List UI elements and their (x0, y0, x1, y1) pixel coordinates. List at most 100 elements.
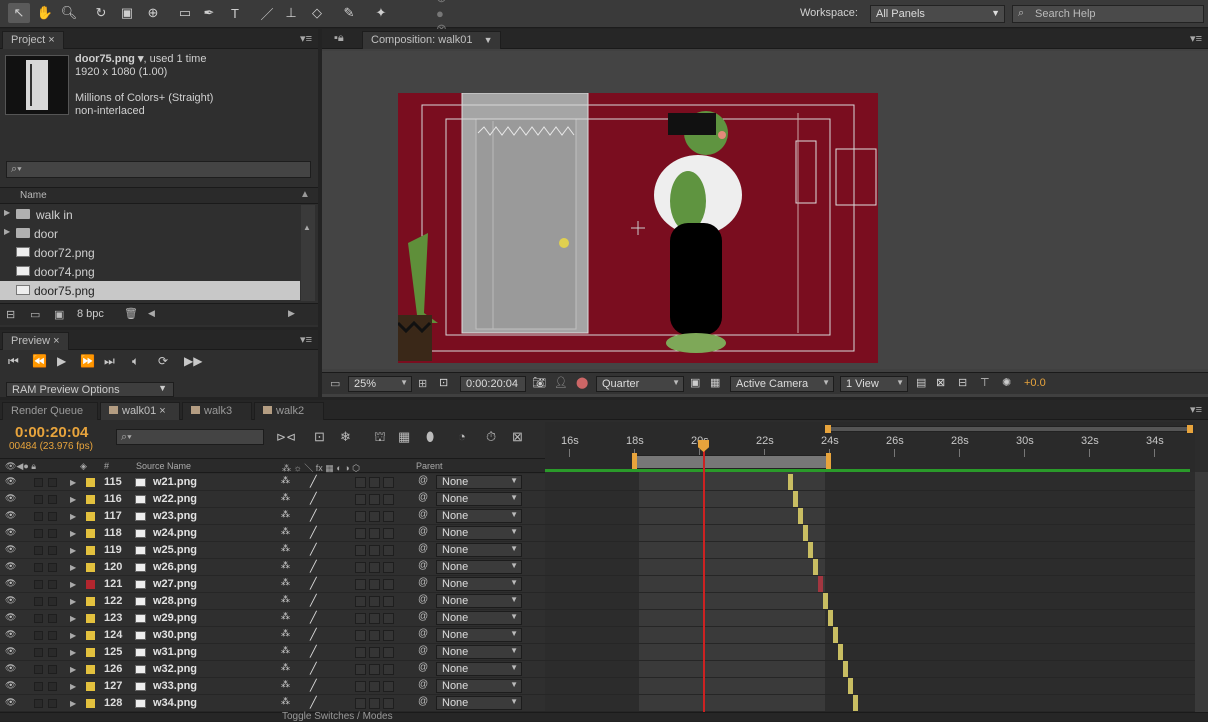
layer-duration-bar[interactable] (843, 661, 848, 677)
lock-toggle[interactable] (48, 648, 57, 657)
switch-box[interactable] (369, 511, 380, 522)
visibility-eye-icon[interactable]: 👁︎ (5, 493, 16, 504)
expand-layer-icon[interactable]: ▶ (70, 580, 76, 589)
solo-toggle[interactable] (34, 563, 43, 572)
layer-duration-bar[interactable] (818, 576, 823, 592)
switch-box[interactable] (355, 477, 366, 488)
parent-select[interactable]: None ▼ (436, 577, 522, 591)
label-color-swatch[interactable] (86, 512, 95, 521)
layer-source-name[interactable]: w23.png (153, 510, 197, 522)
project-item-door72[interactable]: door72.png (0, 243, 300, 262)
tab-walk3[interactable]: walk3 (182, 402, 252, 420)
zoom-select[interactable]: 25% ▼ (348, 376, 412, 392)
layer-row[interactable]: 👁︎ ▶ 119 w25.png ⁂ ╱ @ None ▼ (0, 542, 545, 559)
layer-duration-bar[interactable] (793, 491, 798, 507)
expand-layer-icon[interactable]: ▶ (70, 597, 76, 606)
pick-whip-icon[interactable]: @ (418, 526, 428, 537)
label-color-swatch[interactable] (86, 546, 95, 555)
parent-select[interactable]: None ▼ (436, 543, 522, 557)
layer-track[interactable] (545, 661, 1195, 678)
type-tool-icon[interactable]: T (224, 3, 246, 23)
view-layout-select[interactable]: 1 View ▼ (840, 376, 908, 392)
shy-switch-icon[interactable]: ⁂ (281, 696, 290, 707)
lock-toggle[interactable] (48, 699, 57, 708)
label-color-swatch[interactable] (86, 631, 95, 640)
layer-row[interactable]: 👁︎ ▶ 118 w24.png ⁂ ╱ @ None ▼ (0, 525, 545, 542)
expand-layer-icon[interactable]: ▶ (70, 665, 76, 674)
layer-track[interactable] (545, 593, 1195, 610)
layer-duration-bar[interactable] (803, 525, 808, 541)
solo-toggle[interactable] (34, 699, 43, 708)
switch-box[interactable] (383, 528, 394, 539)
pick-whip-icon[interactable]: @ (418, 696, 428, 707)
label-color-swatch[interactable] (86, 563, 95, 572)
parent-select[interactable]: None ▼ (436, 662, 522, 676)
tab-render-queue[interactable]: Render Queue (2, 402, 98, 420)
label-color-swatch[interactable] (86, 495, 95, 504)
graph-editor-icon[interactable]: ⊠ (512, 429, 523, 445)
pixel-aspect-icon[interactable]: ▤ (916, 376, 926, 389)
exposure-value[interactable]: +0.0 (1024, 377, 1046, 389)
switch-box[interactable] (383, 681, 394, 692)
layer-row[interactable]: 👁︎ ▶ 128 w34.png ⁂ ╱ @ None ▼ (0, 695, 545, 712)
switch-box[interactable] (369, 477, 380, 488)
parent-select[interactable]: None ▼ (436, 628, 522, 642)
switch-box[interactable] (369, 681, 380, 692)
pick-whip-icon[interactable]: @ (418, 577, 428, 588)
solo-toggle[interactable] (34, 478, 43, 487)
timeline-search-input[interactable]: ⌕▾ (116, 429, 264, 445)
switch-box[interactable] (355, 494, 366, 505)
visibility-eye-icon[interactable]: 👁︎ (5, 697, 16, 708)
transparency-grid-icon[interactable]: ▦ (710, 376, 720, 389)
solo-toggle[interactable] (34, 614, 43, 623)
label-color-swatch[interactable] (86, 699, 95, 708)
shy-switch-icon[interactable]: ⁂ (281, 560, 290, 571)
switch-box[interactable] (355, 613, 366, 624)
channel-icon[interactable]: ⬤ (576, 376, 588, 389)
frame-blending-icon[interactable]: ▦ (398, 429, 410, 445)
switch-box[interactable] (369, 664, 380, 675)
camera-tool-icon[interactable]: ▣ (116, 3, 138, 23)
lock-toggle[interactable] (48, 682, 57, 691)
switch-box[interactable] (355, 579, 366, 590)
layer-duration-bar[interactable] (848, 678, 853, 694)
layer-source-name[interactable]: w32.png (153, 663, 197, 675)
switch-box[interactable] (355, 681, 366, 692)
quality-switch-icon[interactable]: ╱ (310, 662, 317, 675)
file-name[interactable]: door75.png ▾ (75, 53, 143, 65)
project-item-door74[interactable]: door74.png (0, 262, 300, 281)
tab-composition[interactable]: Composition: walk01 ▼ (362, 31, 502, 49)
layer-track[interactable] (545, 576, 1195, 593)
switch-box[interactable] (383, 647, 394, 658)
switch-box[interactable] (369, 562, 380, 573)
visibility-eye-icon[interactable]: 👁︎ (5, 476, 16, 487)
project-item-door[interactable]: ▶ door (0, 224, 300, 243)
lock-toggle[interactable] (48, 597, 57, 606)
switch-box[interactable] (355, 545, 366, 556)
switch-box[interactable] (383, 511, 394, 522)
layer-duration-bar[interactable] (833, 627, 838, 643)
shy-switch-icon[interactable]: ⁂ (281, 628, 290, 639)
layer-source-name[interactable]: w27.png (153, 578, 197, 590)
label-color-swatch[interactable] (86, 648, 95, 657)
tab-preview[interactable]: Preview × (2, 332, 69, 350)
layer-row[interactable]: 👁︎ ▶ 127 w33.png ⁂ ╱ @ None ▼ (0, 678, 545, 695)
auto-keyframe-icon[interactable]: ⏱ (486, 429, 496, 445)
layer-row[interactable]: 👁︎ ▶ 124 w30.png ⁂ ╱ @ None ▼ (0, 627, 545, 644)
layer-source-name[interactable]: w25.png (153, 544, 197, 556)
pick-whip-icon[interactable]: @ (418, 628, 428, 639)
lock-toggle[interactable] (48, 495, 57, 504)
pick-whip-icon[interactable]: @ (418, 560, 428, 571)
layer-row[interactable]: 👁︎ ▶ 125 w31.png ⁂ ╱ @ None ▼ (0, 644, 545, 661)
navigator-end-handle[interactable] (1187, 425, 1193, 433)
visibility-eye-icon[interactable]: 👁︎ (5, 510, 16, 521)
layer-source-name[interactable]: w22.png (153, 493, 197, 505)
parent-select[interactable]: None ▼ (436, 696, 522, 710)
lock-toggle[interactable] (48, 665, 57, 674)
shy-switch-icon[interactable]: ⁂ (281, 679, 290, 690)
eraser-tool-icon[interactable]: ◇ (306, 3, 328, 23)
rotation-tool-icon[interactable]: ↻ (90, 3, 112, 23)
shy-switch-icon[interactable]: ⁂ (281, 492, 290, 503)
pick-whip-icon[interactable]: @ (418, 475, 428, 486)
layer-source-name[interactable]: w34.png (153, 697, 197, 709)
